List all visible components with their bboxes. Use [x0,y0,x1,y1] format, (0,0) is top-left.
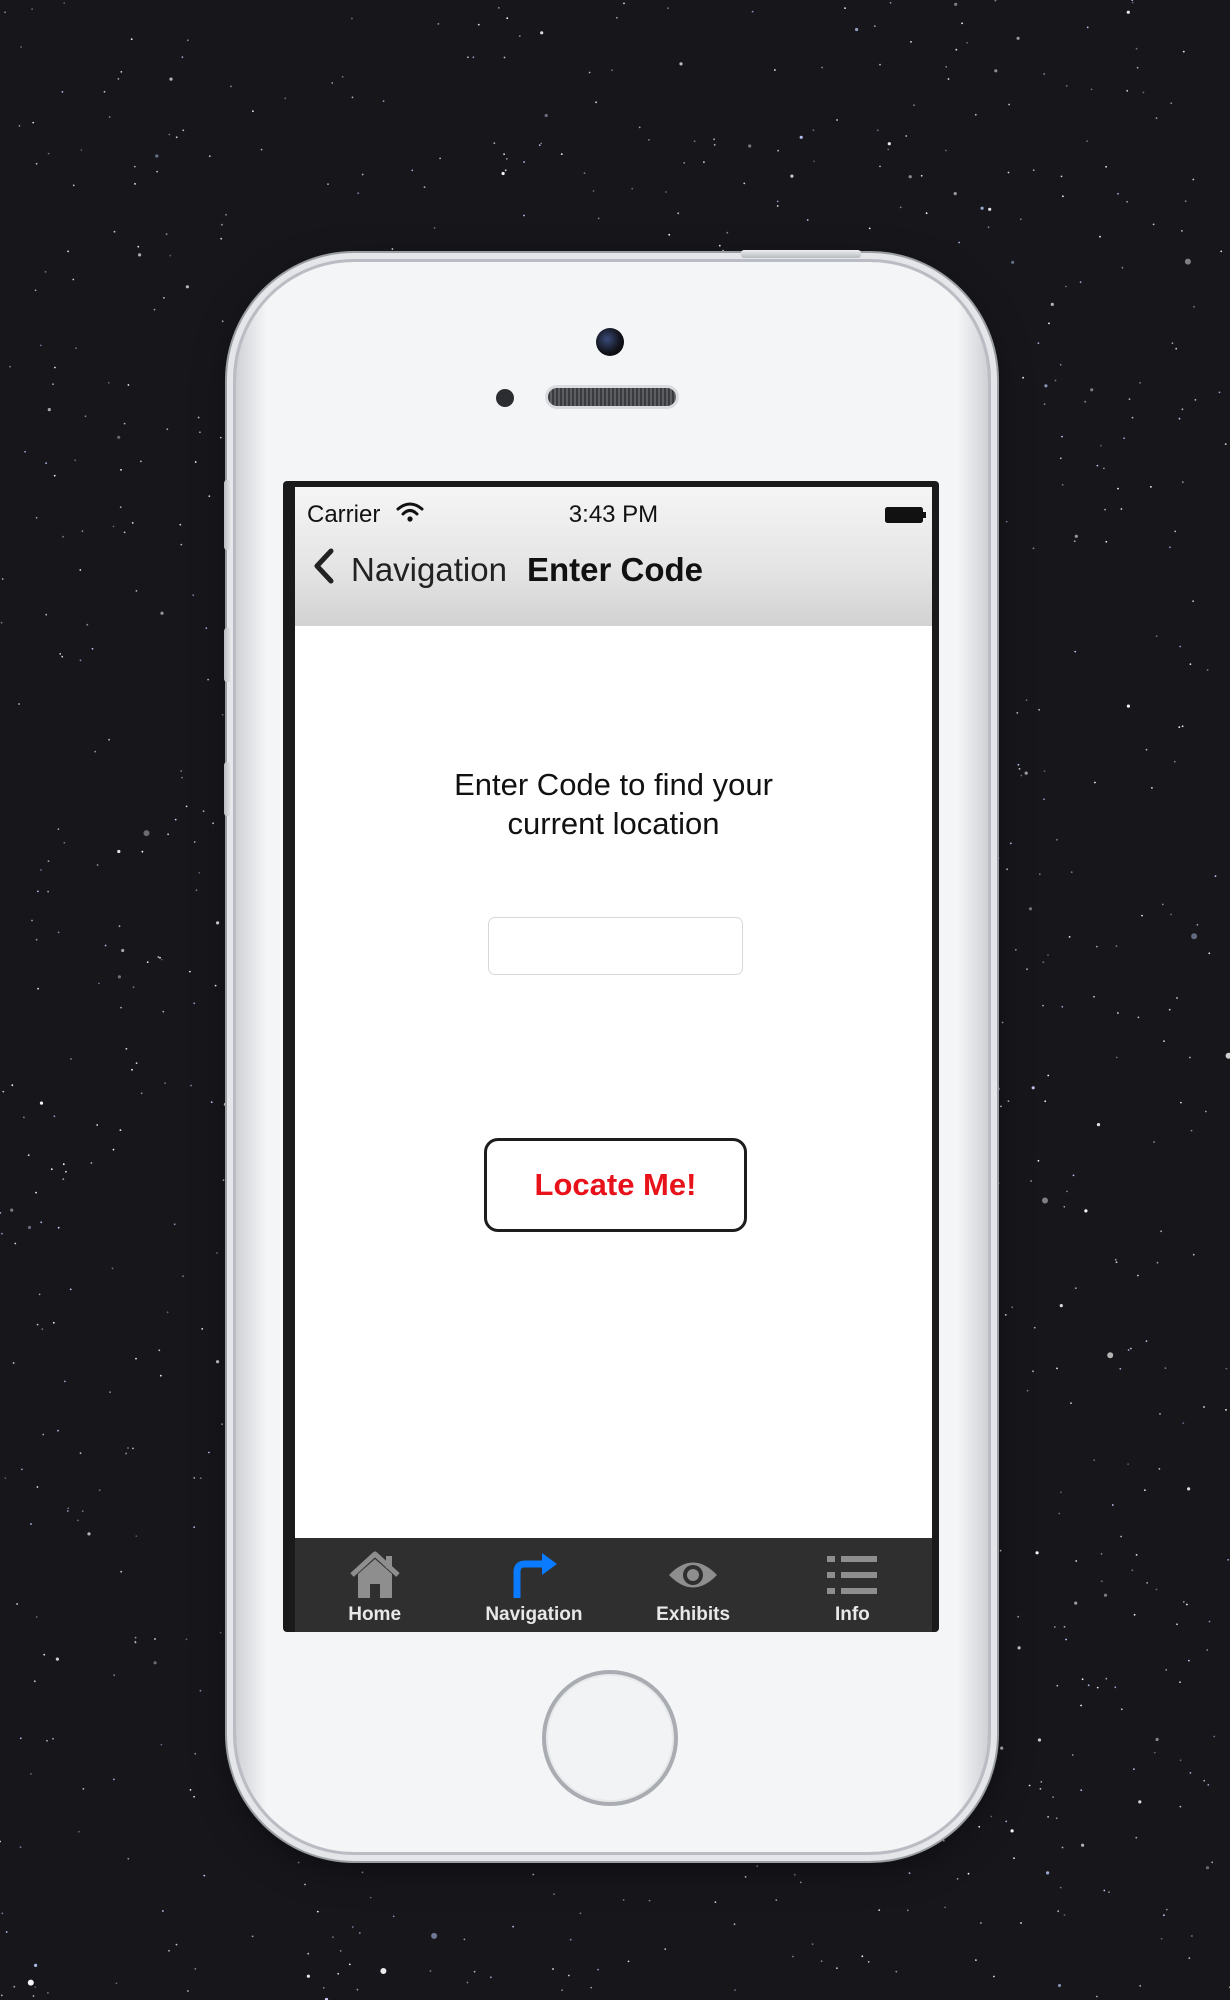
eye-icon [666,1550,720,1600]
turn-right-arrow-icon [507,1550,561,1600]
proximity-sensor [496,389,514,407]
volume-up-button [224,628,232,682]
home-button[interactable] [542,1670,678,1806]
nav-title: Enter Code [527,551,704,588]
tab-label-info: Info [834,1604,870,1625]
prompt-text: Enter Code to find your current location [295,765,932,843]
back-button[interactable]: Navigation [351,551,507,589]
battery-icon [885,507,926,523]
top-bar: Carrier 3:43 PM Navigation Enter Code [295,487,932,626]
tab-label-exhibits: Exhibits [656,1604,731,1625]
list-icon [825,1550,879,1600]
tab-home[interactable]: Home [295,1538,454,1632]
tab-exhibits[interactable]: Exhibits [614,1538,773,1632]
sleep-wake-button [741,250,861,258]
prompt-line-2: current location [507,806,720,841]
status-time: 3:43 PM [568,501,659,528]
tab-bar: Home Navigation Exhibits Info [295,1538,932,1632]
earpiece-speaker [548,388,676,406]
tab-label-home: Home [348,1604,402,1625]
status-bar: Carrier 3:43 PM [295,487,932,531]
tab-navigation[interactable]: Navigation [454,1538,613,1632]
tab-label-navigation: Navigation [485,1604,583,1625]
code-input[interactable] [488,917,743,975]
navigation-bar: Navigation Enter Code [295,541,932,601]
front-camera [596,328,624,356]
tab-info[interactable]: Info [773,1538,932,1632]
phone-screen: Carrier 3:43 PM Navigation Enter Code En… [283,481,939,1632]
volume-down-button [224,762,232,816]
locate-me-button[interactable]: Locate Me! [484,1138,747,1232]
mute-switch [224,480,232,550]
app-display: Carrier 3:43 PM Navigation Enter Code En… [295,487,932,1632]
back-chevron-icon[interactable] [311,547,337,585]
content-area: Enter Code to find your current location… [295,626,932,1516]
prompt-line-1: Enter Code to find your [454,767,773,802]
home-icon [348,1550,402,1600]
